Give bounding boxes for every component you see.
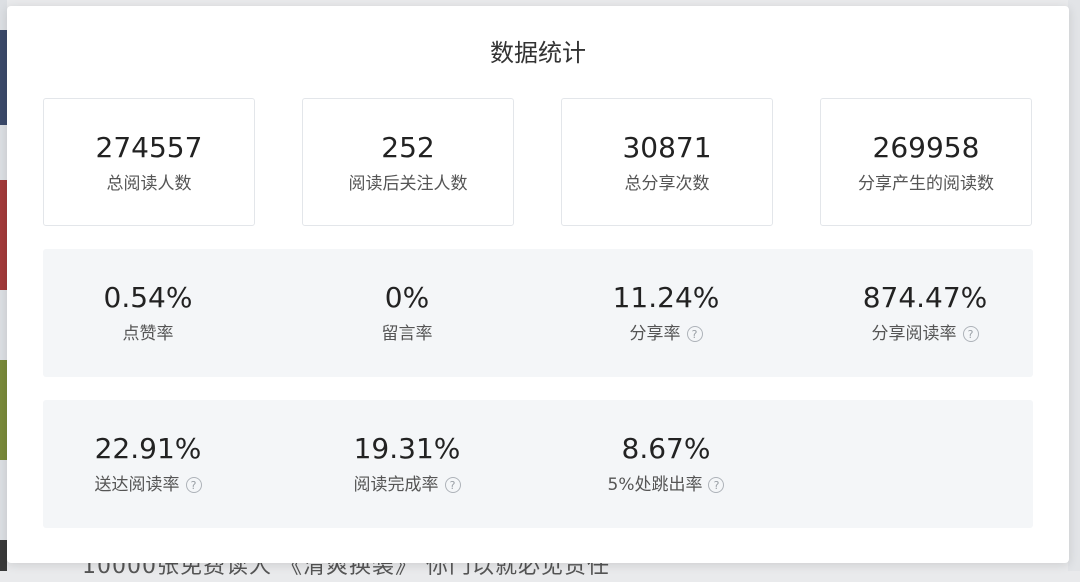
stat-label: 总分享次数 [624, 174, 710, 194]
rate-bounce-5pct: 8.67% 5%处跳出率? [561, 400, 771, 528]
rate-read-completion: 19.31% 阅读完成率? [302, 400, 512, 528]
rate-share-read: 874.47% 分享阅读率? [820, 249, 1030, 377]
rate-label: 阅读完成率 [353, 475, 439, 495]
rate-value: 19.31% [353, 432, 461, 465]
rate-value: 22.91% [94, 432, 202, 465]
rate-label: 留言率 [381, 324, 433, 344]
background-left-edge [0, 0, 7, 571]
rate-label: 送达阅读率 [94, 475, 180, 495]
help-icon[interactable]: ? [708, 477, 725, 493]
rate-value: 8.67% [621, 432, 711, 465]
rates-panel-reading: 22.91% 送达阅读率? 19.31% 阅读完成率? 8.67% 5%处跳出率… [43, 400, 1033, 528]
stat-card-share-reads: 269958 分享产生的阅读数 [820, 98, 1032, 226]
background-thumbnail [0, 360, 7, 460]
rate-value: 0% [384, 281, 430, 314]
rate-comment: 0% 留言率 [302, 249, 512, 377]
rate-label: 分享阅读率 [871, 324, 957, 344]
stat-value: 274557 [95, 131, 203, 164]
background-thumbnail [0, 180, 7, 290]
rate-like: 0.54% 点赞率 [43, 249, 253, 377]
data-statistics-modal: 数据统计 274557 总阅读人数 252 阅读后关注人数 30871 总分享次… [7, 6, 1069, 563]
stat-card-follows-after-read: 252 阅读后关注人数 [302, 98, 514, 226]
help-icon[interactable]: ? [444, 477, 461, 493]
rate-label: 点赞率 [122, 324, 174, 344]
help-icon[interactable]: ? [185, 477, 202, 493]
stat-label: 分享产生的阅读数 [858, 174, 994, 194]
background-thumbnail [0, 540, 7, 571]
help-icon[interactable]: ? [686, 326, 703, 342]
stat-card-total-readers: 274557 总阅读人数 [43, 98, 255, 226]
stat-card-total-shares: 30871 总分享次数 [561, 98, 773, 226]
stat-value: 252 [381, 131, 435, 164]
rate-share: 11.24% 分享率? [561, 249, 771, 377]
rate-label: 5%处跳出率 [607, 475, 703, 495]
stat-value: 269958 [872, 131, 980, 164]
rate-label: 分享率 [629, 324, 681, 344]
rate-delivered-read: 22.91% 送达阅读率? [43, 400, 253, 528]
background-right-edge [1068, 0, 1080, 571]
help-icon[interactable]: ? [962, 326, 979, 342]
rate-value: 0.54% [103, 281, 193, 314]
rate-value: 11.24% [612, 281, 720, 314]
background-thumbnail [0, 30, 7, 125]
stat-label: 总阅读人数 [106, 174, 192, 194]
rates-panel-engagement: 0.54% 点赞率 0% 留言率 11.24% 分享率? 874.47% 分享阅… [43, 249, 1033, 377]
modal-title: 数据统计 [490, 39, 586, 67]
stat-label: 阅读后关注人数 [348, 174, 468, 194]
rate-value: 874.47% [862, 281, 988, 314]
stat-value: 30871 [622, 131, 712, 164]
